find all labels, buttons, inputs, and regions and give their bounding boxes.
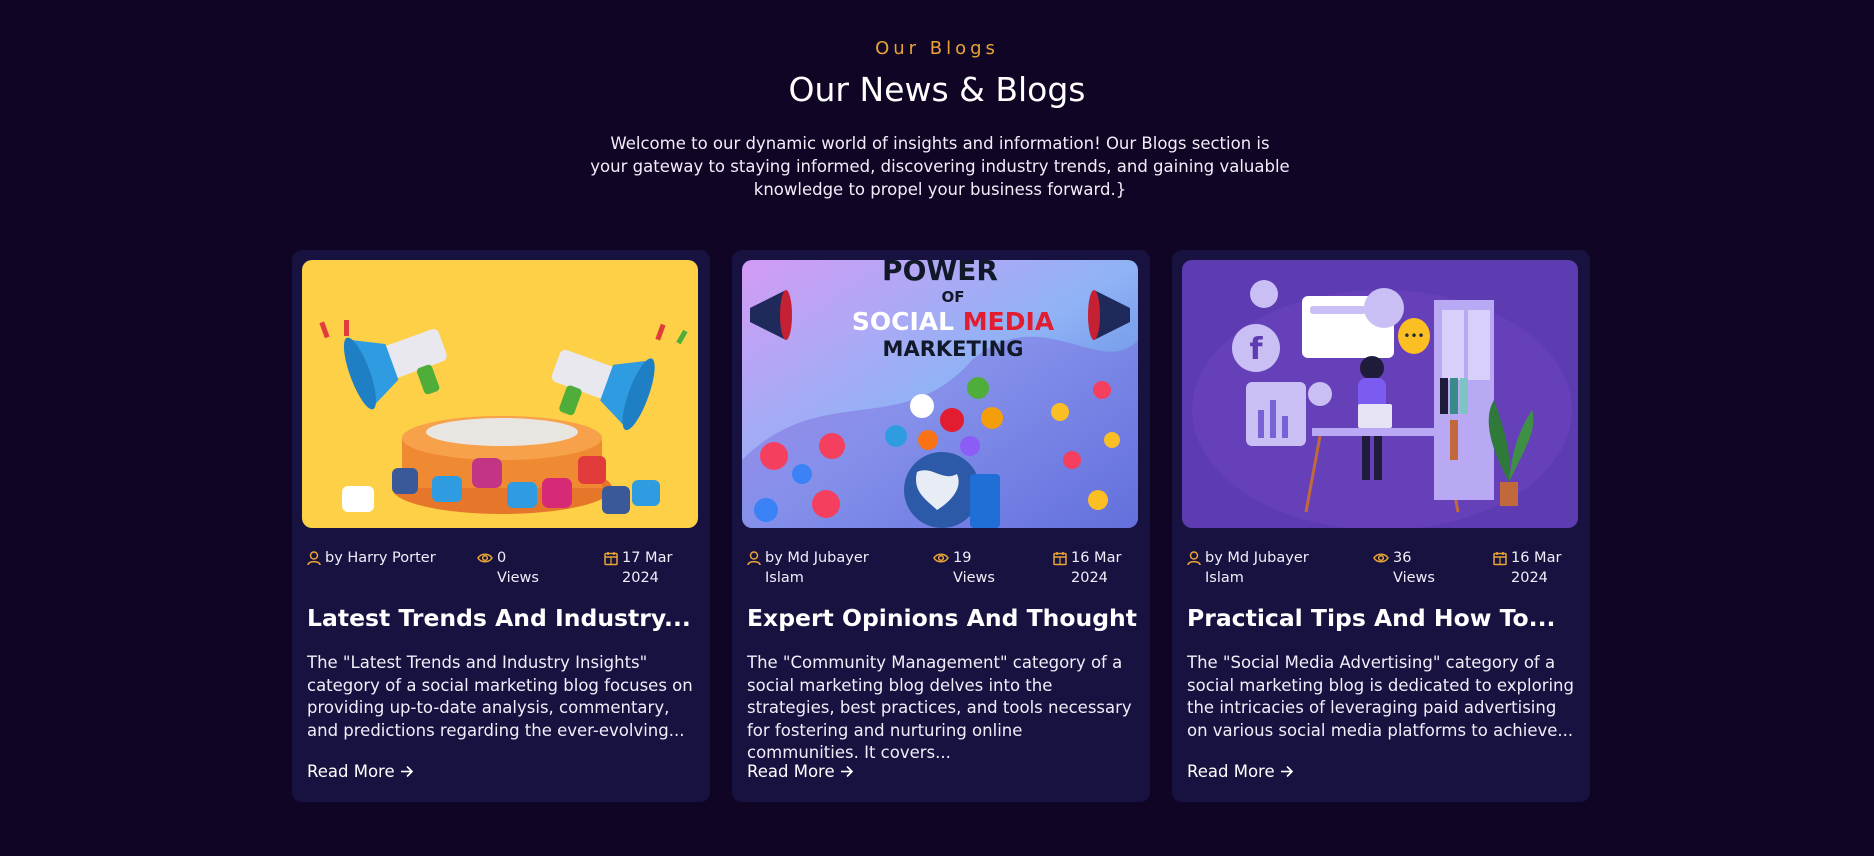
blog-card[interactable]: f ••• by Md Jubayer Islam 36 Views 16 Ma… (1172, 250, 1590, 802)
eye-icon (477, 553, 493, 563)
arrow-right-icon (400, 765, 413, 778)
date-label: 16 Mar 2024 (1071, 550, 1122, 586)
author-label: by Harry Porter (325, 550, 436, 566)
read-more-label: Read More (1187, 762, 1275, 781)
meta-author: by Harry Porter (307, 548, 437, 568)
meta-date: 16 Mar 2024 (1493, 548, 1579, 588)
woman-at-desk-illustration: f ••• (1182, 260, 1578, 528)
blog-card-title[interactable]: Expert Opinions And Thought... (747, 604, 1139, 632)
image-caption-line2: OF (942, 288, 965, 306)
views-label: 36 Views (1393, 550, 1435, 586)
blog-card-meta: by Md Jubayer Islam 19 Views 16 Mar 2024 (747, 548, 1139, 592)
blog-card-image[interactable]: f ••• (1182, 260, 1578, 528)
image-caption-media: MEDIA (963, 307, 1055, 336)
blog-card-title[interactable]: Practical Tips And How To... (1187, 604, 1579, 632)
svg-text:f: f (1249, 332, 1263, 367)
blog-card-excerpt: The "Community Management" category of a… (747, 653, 1132, 762)
blog-card[interactable]: POWER OF SOCIAL MEDIA MARKETING by Md Ju… (732, 250, 1150, 802)
blog-card-excerpt: The "Social Media Advertising" category … (1187, 653, 1574, 740)
user-icon (747, 551, 761, 566)
date-label: 16 Mar 2024 (1511, 550, 1562, 586)
section-eyebrow: Our Blogs (875, 38, 999, 59)
eye-icon (933, 553, 949, 563)
blog-card-meta: by Harry Porter 0 Views 17 Mar 2024 (307, 548, 699, 592)
date-label: 17 Mar 2024 (622, 550, 673, 586)
social-media-marketing-illustration: POWER OF SOCIAL MEDIA MARKETING (742, 260, 1138, 528)
blog-card-excerpt: The "Latest Trends and Industry Insights… (307, 653, 693, 740)
calendar-icon (604, 552, 618, 566)
meta-views: 36 Views (1373, 548, 1447, 588)
read-more-link[interactable]: Read More (747, 762, 854, 781)
section-title: Our News & Blogs (788, 70, 1086, 109)
author-label: by Md Jubayer Islam (765, 550, 869, 586)
calendar-icon (1493, 552, 1507, 566)
megaphones-illustration (302, 260, 698, 528)
author-label: by Md Jubayer Islam (1205, 550, 1309, 586)
arrow-right-icon (1280, 765, 1293, 778)
eye-icon (1373, 553, 1389, 563)
arrow-right-icon (840, 765, 853, 778)
section-intro: Welcome to our dynamic world of insights… (590, 134, 1290, 199)
blog-card[interactable]: by Harry Porter 0 Views 17 Mar 2024 Late… (292, 250, 710, 802)
svg-text:•••: ••• (1403, 329, 1424, 343)
read-more-link[interactable]: Read More (307, 762, 414, 781)
read-more-label: Read More (307, 762, 395, 781)
meta-date: 16 Mar 2024 (1053, 548, 1139, 588)
image-caption-line3: SOCIAL MEDIA (852, 307, 1055, 336)
views-label: 0 Views (497, 550, 539, 586)
blog-card-grid: by Harry Porter 0 Views 17 Mar 2024 Late… (292, 250, 1590, 802)
user-icon (307, 551, 321, 566)
blog-card-meta: by Md Jubayer Islam 36 Views 16 Mar 2024 (1187, 548, 1579, 592)
image-caption-line4: MARKETING (883, 337, 1024, 361)
meta-author: by Md Jubayer Islam (747, 548, 887, 588)
read-more-link[interactable]: Read More (1187, 762, 1294, 781)
views-label: 19 Views (953, 550, 995, 586)
image-caption-line1: POWER (882, 260, 998, 287)
meta-date: 17 Mar 2024 (604, 548, 699, 588)
meta-author: by Md Jubayer Islam (1187, 548, 1327, 588)
read-more-label: Read More (747, 762, 835, 781)
meta-views: 19 Views (933, 548, 1007, 588)
blog-card-image[interactable]: POWER OF SOCIAL MEDIA MARKETING (742, 260, 1138, 528)
calendar-icon (1053, 552, 1067, 566)
blog-card-title[interactable]: Latest Trends And Industry... (307, 604, 699, 632)
blog-card-image[interactable] (302, 260, 698, 528)
user-icon (1187, 551, 1201, 566)
meta-views: 0 Views (477, 548, 551, 588)
image-caption-social: SOCIAL (852, 307, 963, 336)
